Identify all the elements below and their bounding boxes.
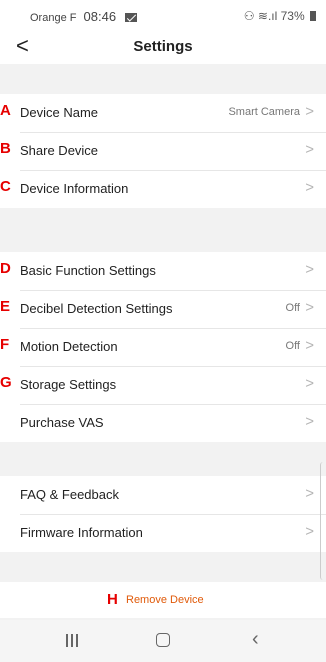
chevron-right-icon: >	[305, 141, 314, 158]
chevron-right-icon: >	[305, 261, 314, 278]
status-left: Orange F 08:46	[30, 9, 138, 24]
row-label: Basic Function Settings	[20, 263, 156, 278]
battery-percent: 73%	[280, 9, 305, 23]
signal-icon: ⚇ ≋.ıl	[243, 9, 278, 23]
annotation-marker: C	[0, 178, 11, 195]
annotation-marker: H	[107, 591, 118, 608]
settings-group-support: FAQ & Feedback > Firmware Information >	[0, 476, 326, 552]
annotation-marker: D	[0, 260, 11, 277]
motion-detection-row[interactable]: F Motion Detection Off >	[0, 328, 326, 366]
chevron-right-icon: >	[305, 299, 314, 316]
chevron-right-icon: >	[305, 485, 314, 502]
home-icon[interactable]	[156, 633, 170, 647]
chevron-right-icon: >	[305, 179, 314, 196]
chevron-right-icon: >	[305, 413, 314, 430]
page-title: Settings	[133, 38, 193, 55]
row-value: Smart Camera	[228, 106, 300, 118]
row-label: Firmware Information	[20, 525, 143, 540]
header: < Settings	[0, 32, 326, 64]
annotation-marker: A	[0, 102, 11, 119]
back-icon[interactable]: ‹	[252, 628, 259, 651]
recents-icon[interactable]	[66, 634, 80, 648]
settings-group-functions: D Basic Function Settings > E Decibel De…	[0, 252, 326, 442]
status-time: 08:46	[83, 9, 117, 24]
annotation-marker: B	[0, 140, 11, 157]
chevron-right-icon: >	[305, 103, 314, 120]
faq-feedback-row[interactable]: FAQ & Feedback >	[0, 476, 326, 514]
settings-group-device: A Device Name Smart Camera > B Share Dev…	[0, 94, 326, 208]
basic-function-settings-row[interactable]: D Basic Function Settings >	[0, 252, 326, 290]
message-icon	[125, 13, 138, 22]
status-bar: Orange F 08:46 ⚇ ≋.ıl 73%	[0, 0, 326, 32]
system-nav-bar: ‹	[0, 620, 326, 662]
row-label: Decibel Detection Settings	[20, 301, 173, 316]
scrollbar[interactable]	[320, 462, 324, 580]
row-label: Storage Settings	[20, 377, 117, 392]
row-label: Motion Detection	[20, 339, 118, 354]
chevron-right-icon: >	[305, 375, 314, 392]
status-right: ⚇ ≋.ıl 73%	[244, 9, 316, 23]
storage-settings-row[interactable]: G Storage Settings >	[0, 366, 326, 404]
row-value: Off	[285, 302, 300, 314]
battery-icon	[310, 11, 316, 21]
purchase-vas-row[interactable]: Purchase VAS >	[0, 404, 326, 442]
row-label: Device Information	[20, 181, 129, 196]
row-label: FAQ & Feedback	[20, 487, 119, 502]
chevron-right-icon: >	[305, 523, 314, 540]
annotation-marker: F	[0, 336, 10, 353]
row-label: Share Device	[20, 143, 99, 158]
annotation-marker: E	[0, 298, 11, 315]
row-label: Purchase VAS	[20, 415, 104, 430]
row-value: Off	[285, 340, 300, 352]
decibel-detection-row[interactable]: E Decibel Detection Settings Off >	[0, 290, 326, 328]
device-information-row[interactable]: C Device Information >	[0, 170, 326, 208]
remove-device-button[interactable]: H Remove Device	[0, 582, 326, 618]
carrier-name: Orange F	[30, 12, 77, 24]
remove-device-label: Remove Device	[126, 594, 204, 606]
share-device-row[interactable]: B Share Device >	[0, 132, 326, 170]
row-label: Device Name	[20, 105, 99, 120]
firmware-information-row[interactable]: Firmware Information >	[0, 514, 326, 552]
device-name-row[interactable]: A Device Name Smart Camera >	[0, 94, 326, 132]
annotation-marker: G	[0, 374, 12, 391]
chevron-right-icon: >	[305, 337, 314, 354]
